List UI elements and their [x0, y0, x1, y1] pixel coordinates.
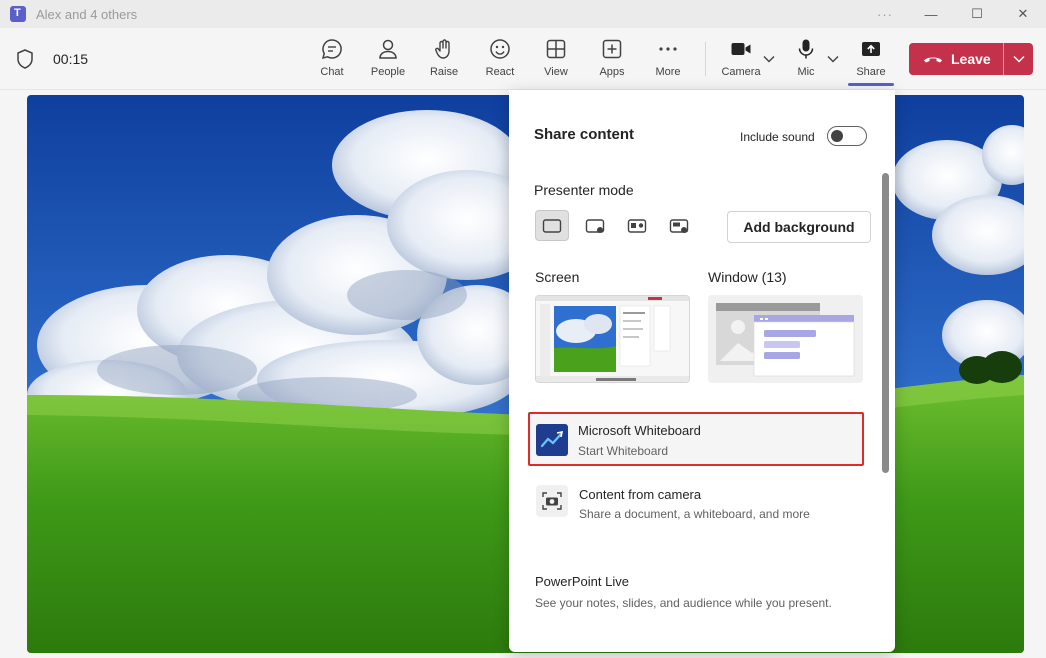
shield-icon [17, 49, 33, 69]
leave-label: Leave [951, 51, 991, 67]
content-from-camera-subtitle: Share a document, a whiteboard, and more [579, 507, 810, 521]
leave-button[interactable]: Leave [909, 43, 1003, 75]
leave-button-group: Leave [909, 43, 1033, 75]
view-button[interactable]: View [529, 38, 583, 84]
mic-options-chevron-icon[interactable] [826, 52, 840, 66]
share-icon [862, 42, 880, 56]
chat-label: Chat [320, 66, 344, 78]
whiteboard-subtitle: Start Whiteboard [578, 444, 669, 458]
raise-hand-icon [435, 39, 450, 59]
whiteboard-title: Microsoft Whiteboard [578, 423, 701, 438]
camera-icon [731, 43, 751, 55]
mic-button[interactable]: Mic [779, 38, 833, 84]
powerpoint-live-subtitle: See your notes, slides, and audience whi… [535, 596, 832, 610]
chevron-down-icon [1012, 55, 1025, 63]
content-from-camera-title[interactable]: Content from camera [579, 487, 701, 502]
presenter-mode-side-by-side[interactable] [620, 210, 654, 241]
presenter-mode-content-only[interactable] [535, 210, 569, 241]
share-label: Share [856, 66, 886, 78]
add-background-button[interactable]: Add background [727, 211, 871, 243]
mic-icon [798, 39, 814, 59]
raise-hand-button[interactable]: Raise [417, 38, 471, 84]
more-icon [659, 47, 677, 51]
toolbar-divider [705, 42, 706, 76]
screen-preview-image [536, 296, 689, 382]
include-sound-label: Include sound [740, 130, 815, 144]
title-bar: Alex and 4 others ··· — ☐ ✕ [0, 0, 1046, 28]
presenter-mode-reporter[interactable] [662, 210, 696, 241]
people-label: People [370, 66, 406, 78]
share-panel-title: Share content [534, 126, 635, 143]
side-by-side-icon [627, 218, 647, 233]
share-active-indicator [848, 83, 894, 86]
share-content-panel: Share content Include sound Presenter mo… [509, 90, 895, 652]
whiteboard-icon [536, 424, 568, 456]
mic-label: Mic [797, 66, 815, 78]
leave-options-button[interactable] [1004, 52, 1033, 66]
include-sound-toggle[interactable] [827, 126, 867, 146]
camera-options-chevron-icon[interactable] [762, 52, 776, 66]
view-icon [546, 39, 566, 59]
react-button[interactable]: React [473, 38, 527, 84]
maximize-button[interactable]: ☐ [954, 0, 1000, 28]
raise-label: Raise [429, 66, 459, 78]
view-label: View [544, 66, 568, 78]
chat-icon [321, 39, 342, 60]
presenter-mode-standout[interactable] [578, 210, 612, 241]
standout-icon [585, 218, 605, 233]
apps-icon [602, 39, 622, 59]
people-icon [379, 39, 397, 59]
camera-button[interactable]: Camera [714, 38, 768, 84]
window-more-button[interactable]: ··· [862, 0, 908, 28]
screen-label: Screen [535, 269, 580, 285]
hang-up-icon [924, 57, 942, 63]
window-title: Alex and 4 others [36, 6, 138, 22]
share-button[interactable]: Share [844, 38, 898, 84]
apps-label: Apps [599, 66, 625, 78]
close-button[interactable]: ✕ [1000, 0, 1046, 28]
powerpoint-live-title[interactable]: PowerPoint Live [535, 574, 629, 589]
window-label: Window (13) [708, 269, 787, 285]
meeting-toolbar: 00:15 Chat People Raise React View Apps … [0, 28, 1046, 90]
more-label: More [655, 66, 681, 78]
more-button[interactable]: More [641, 38, 695, 84]
teams-logo-icon [10, 6, 26, 22]
apps-button[interactable]: Apps [585, 38, 639, 84]
meeting-timer: 00:15 [53, 51, 89, 67]
minimize-button[interactable]: — [908, 0, 954, 28]
reporter-icon [669, 218, 689, 233]
presenter-mode-label: Presenter mode [534, 182, 634, 198]
content-from-camera-icon [536, 485, 568, 517]
react-icon [490, 39, 510, 59]
window-share-thumbnail[interactable] [708, 295, 863, 383]
share-panel-scrollbar[interactable] [882, 173, 889, 473]
chat-button[interactable]: Chat [305, 38, 359, 84]
people-button[interactable]: People [361, 38, 415, 84]
window-controls: ··· — ☐ ✕ [862, 0, 1046, 28]
react-label: React [485, 66, 515, 78]
camera-label: Camera [721, 66, 761, 78]
content-only-icon [542, 218, 562, 233]
microsoft-whiteboard-option[interactable]: Microsoft Whiteboard Start Whiteboard [528, 412, 864, 466]
window-preview-image [708, 295, 863, 383]
screen-share-thumbnail[interactable] [535, 295, 690, 383]
